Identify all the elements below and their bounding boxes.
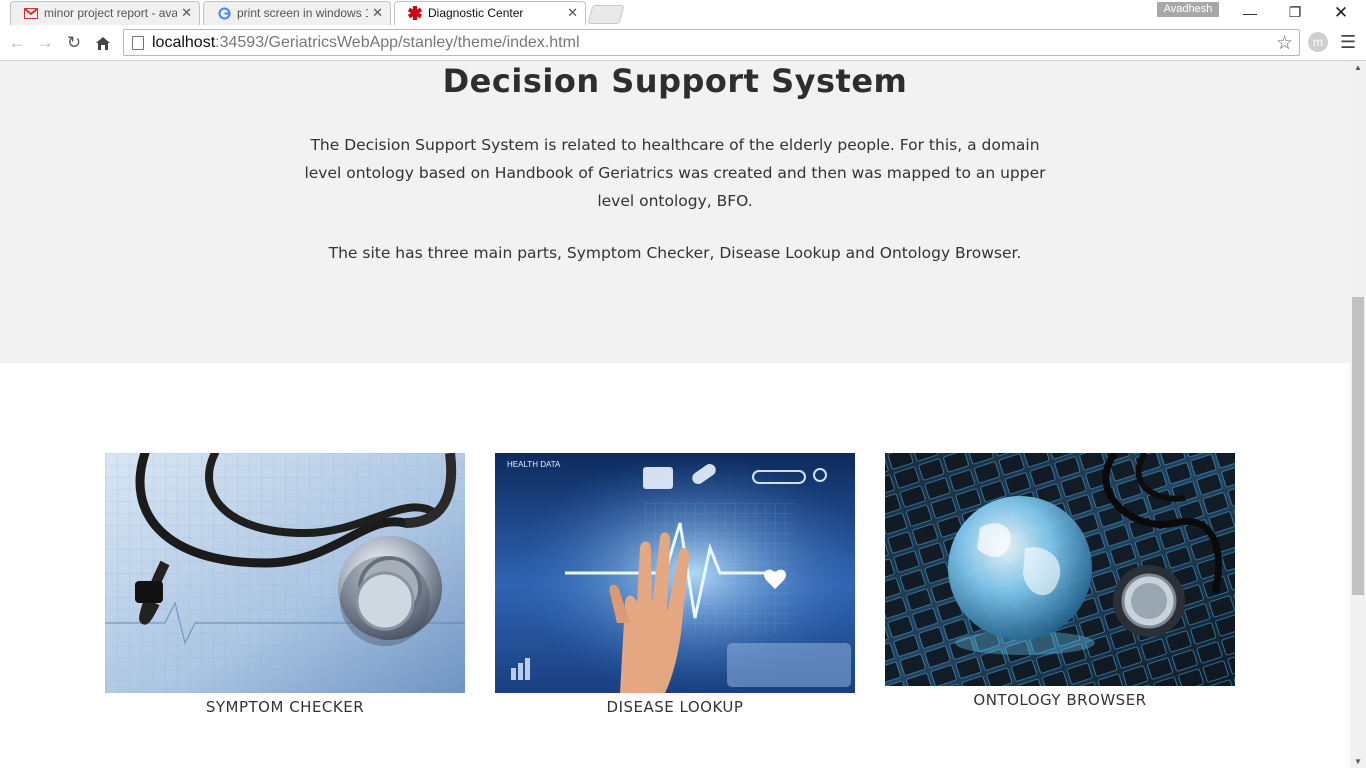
card-ontology-browser[interactable]: ONTOLOGY BROWSER (885, 453, 1235, 709)
page-scrollbar[interactable]: ▲ ▼ (1350, 61, 1366, 768)
tab-title: Diagnostic Center (428, 6, 524, 20)
card-caption[interactable]: DISEASE LOOKUP (495, 698, 855, 716)
close-icon[interactable]: ✕ (181, 5, 192, 21)
bookmark-star-icon[interactable]: ☆ (1276, 32, 1293, 55)
card-disease-lookup[interactable]: HEALTH DATA DISEASE LOOKUP (495, 453, 855, 716)
back-icon[interactable]: ← (5, 31, 29, 55)
tab-strip: minor project report - ava ✕ print scree… (0, 0, 1366, 26)
browser-toolbar: ← → ↻ localhost:34593/GeriatricsWebApp/s… (0, 26, 1366, 61)
page-title: Decision Support System (442, 62, 908, 100)
intro-section: Decision Support System The Decision Sup… (0, 61, 1350, 363)
tab-title: print screen in windows 10 (237, 6, 369, 20)
parts-paragraph: The site has three main parts, Symptom C… (328, 244, 1022, 262)
scroll-down-icon[interactable]: ▼ (1354, 757, 1362, 766)
google-icon (217, 6, 231, 20)
reload-icon[interactable]: ↻ (62, 31, 86, 55)
scroll-up-icon[interactable]: ▲ (1354, 63, 1362, 72)
menu-icon[interactable]: ☰ (1340, 32, 1356, 53)
address-bar[interactable]: localhost:34593/GeriatricsWebApp/stanley… (123, 29, 1300, 56)
svg-text:HEALTH DATA: HEALTH DATA (507, 460, 561, 469)
close-window-icon[interactable]: ✕ (1318, 0, 1364, 25)
globe-stethoscope-keyboard-image[interactable] (885, 453, 1235, 686)
medical-cross-icon (408, 6, 422, 20)
intro-paragraph: The Decision Support System is related t… (304, 136, 1046, 210)
page-icon (132, 35, 144, 50)
profile-name[interactable]: Avadhesh (1157, 2, 1219, 17)
card-caption[interactable]: ONTOLOGY BROWSER (885, 691, 1235, 709)
card-caption[interactable]: SYMPTOM CHECKER (105, 698, 465, 716)
scrollbar-thumb[interactable] (1352, 297, 1364, 595)
tab-diagnostic-center[interactable]: Diagnostic Center ✕ (394, 1, 586, 25)
tab-title: minor project report - ava (44, 6, 178, 20)
health-data-hand-image[interactable]: HEALTH DATA (495, 453, 855, 693)
url-host: localhost (152, 33, 216, 51)
gmail-icon (24, 6, 38, 20)
card-symptom-checker[interactable]: SYMPTOM CHECKER (105, 453, 465, 716)
minimize-icon[interactable]: — (1227, 0, 1273, 25)
home-icon[interactable] (91, 31, 115, 55)
close-icon[interactable]: ✕ (567, 5, 578, 21)
url-path: :34593/GeriatricsWebApp/stanley/theme/in… (215, 33, 580, 51)
new-tab-button[interactable] (587, 5, 625, 24)
extension-icon[interactable]: m (1308, 32, 1328, 52)
stethoscope-on-ecg-image[interactable] (105, 453, 465, 693)
tab-gmail[interactable]: minor project report - ava ✕ (10, 1, 200, 25)
tab-google[interactable]: print screen in windows 10 ✕ (203, 1, 391, 25)
restore-icon[interactable]: ❐ (1272, 0, 1318, 25)
forward-icon[interactable]: → (33, 31, 57, 55)
page-viewport: Decision Support System The Decision Sup… (0, 61, 1350, 768)
close-icon[interactable]: ✕ (372, 5, 383, 21)
